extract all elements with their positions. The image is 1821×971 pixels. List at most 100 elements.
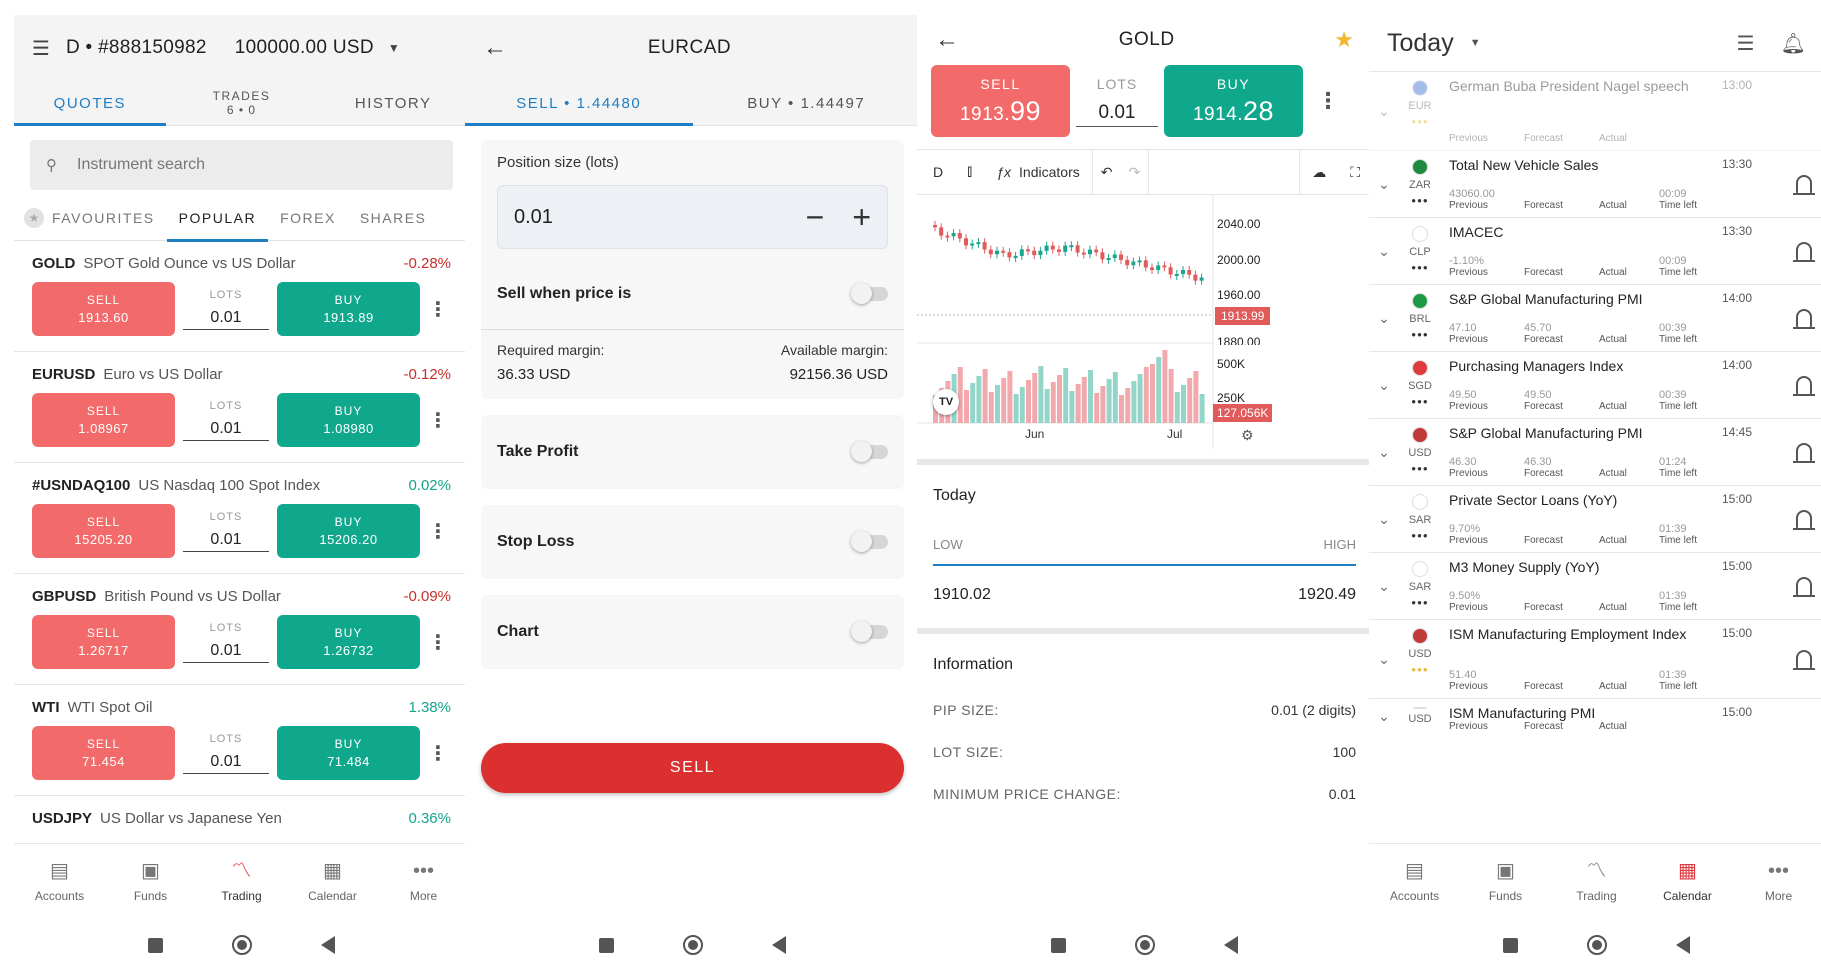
chart-toggle[interactable] [851,621,888,642]
settings-gear-icon[interactable]: ⚙ [1241,427,1254,444]
chevron-down-icon[interactable]: ⌄ [1369,425,1399,479]
fullscreen-icon[interactable]: ⛶ [1338,150,1372,194]
home-icon[interactable] [1134,935,1155,955]
nav-calendar[interactable]: ▦ Calendar [1642,844,1733,919]
price-chart[interactable]: 2040.00 2000.00 1960.00 1913.99 1880.00 … [917,195,1372,449]
alert-button[interactable] [1752,559,1815,613]
menu-icon[interactable]: ☰ [32,36,50,61]
buy-button[interactable]: BUY 1.08980 [277,393,420,447]
event-row[interactable]: ⌄ ZAR ●●● Total New Vehicle Sales 13:30 43060… [1369,151,1821,218]
event-row[interactable]: ⌄ BRL ●●● S&P Global Manufacturing PMI 14:00… [1369,285,1821,352]
sell-button[interactable]: SELL 15205.20 [32,504,175,558]
recents-icon[interactable] [599,937,615,953]
home-icon[interactable] [682,935,703,955]
bell-icon[interactable]: 🔔︎ [1781,31,1806,56]
back-triangle-icon[interactable] [771,936,786,954]
alert-button[interactable] [1752,425,1815,479]
instrument-row[interactable]: #USNDAQ100 US Nasdaq 100 Spot Index 0.02% … [14,463,469,574]
nav-trading[interactable]: 〽 Trading [1551,844,1642,919]
sell-button[interactable]: SELL 1.08967 [32,393,175,447]
chevron-down-icon[interactable]: ⌄ [1369,559,1399,613]
cat-forex[interactable]: FOREX [268,196,348,241]
lots-field[interactable]: LOTS 0.01 [183,622,269,663]
chevron-down-icon[interactable]: ⌄ [1369,291,1399,345]
alert-button[interactable] [1752,626,1815,692]
instrument-row[interactable]: GBPUSD British Pound vs US Dollar -0.09% S… [14,574,469,685]
alert-button[interactable] [1752,78,1812,144]
alert-button[interactable] [1752,492,1815,546]
buy-button[interactable]: BUY 15206.20 [277,504,420,558]
sell-button[interactable]: SELL 1913.60 [32,282,175,336]
event-row[interactable]: ⌄ USD ●●● S&P Global Manufacturing PMI 14:45… [1369,419,1821,486]
tab-buy[interactable]: BUY • 1.44497 [693,81,921,125]
account-number[interactable]: D • #888150982 [66,37,207,59]
nav-more[interactable]: ••• More [1733,844,1821,919]
instrument-row[interactable]: GOLD SPOT Gold Ounce vs US Dollar -0.28% S… [14,241,469,352]
more-options-icon[interactable]: ⋮ [428,519,448,544]
back-triangle-icon[interactable] [320,936,335,954]
alert-button[interactable] [1752,705,1812,727]
buy-button[interactable]: BUY 1914.28 [1164,65,1303,137]
recents-icon[interactable] [148,937,164,953]
chevron-down-icon[interactable]: ⌄ [1369,78,1399,144]
cat-shares[interactable]: SHARES [348,196,439,241]
lots-field[interactable]: LOTS 0.01 [183,289,269,330]
cat-popular[interactable]: POPULAR [166,196,269,242]
indicators-button[interactable]: ƒx Indicators [984,150,1093,194]
more-options-icon[interactable]: ⋮ [1317,88,1339,114]
event-row[interactable]: ⌄ CLP ●●● IMACEC 13:30 -1.10% 00:09 Previous For… [1369,218,1821,285]
nav-accounts[interactable]: ▤ Accounts [14,844,105,919]
home-icon[interactable] [1586,935,1607,955]
alert-button[interactable] [1752,224,1815,278]
chevron-down-icon[interactable]: ▼ [388,41,400,55]
sell-submit-button[interactable]: SELL [481,743,904,793]
redo-icon[interactable]: ↷ [1120,150,1150,194]
instrument-row[interactable]: WTI WTI Spot Oil 1.38% SELL 71.454 LOTS 0.01… [14,685,469,796]
alert-button[interactable] [1752,157,1815,211]
event-row[interactable]: ⌄ SGD ●●● Purchasing Managers Index 14:00 49.… [1369,352,1821,419]
stop-loss-toggle[interactable] [851,531,888,552]
position-size-value[interactable]: 0.01 [514,206,778,229]
quantity-stepper[interactable]: 0.01 − + [497,185,888,249]
star-icon[interactable]: ★ [1334,27,1354,53]
more-options-icon[interactable]: ⋮ [428,408,448,433]
alert-button[interactable] [1752,291,1815,345]
chevron-down-icon[interactable]: ⌄ [1369,224,1399,278]
candles-icon[interactable]: ⫾ [955,150,984,194]
home-icon[interactable] [231,935,252,955]
tab-quotes[interactable]: QUOTES [14,81,166,126]
chevron-down-icon[interactable]: ▼ [1470,37,1481,49]
nav-funds[interactable]: ▣ Funds [105,844,196,919]
nav-calendar[interactable]: ▦ Calendar [287,844,378,919]
chevron-down-icon[interactable]: ⌄ [1369,705,1399,727]
nav-more[interactable]: ••• More [378,844,469,919]
minus-icon[interactable]: − [806,199,825,236]
instrument-row[interactable]: EURUSD Euro vs US Dollar -0.12% SELL 1.0896… [14,352,469,463]
take-profit-toggle[interactable] [851,441,888,462]
alert-button[interactable] [1752,358,1815,412]
buy-button[interactable]: BUY 1.26732 [277,615,420,669]
chevron-down-icon[interactable]: ⌄ [1369,358,1399,412]
more-options-icon[interactable]: ⋮ [428,741,448,766]
tab-history[interactable]: HISTORY [317,81,469,125]
nav-funds[interactable]: ▣ Funds [1460,844,1551,919]
recents-icon[interactable] [1051,937,1067,953]
more-options-icon[interactable]: ⋮ [428,630,448,655]
more-options-icon[interactable]: ⋮ [428,297,448,322]
event-row[interactable]: ⌄ USD ●●● ISM Manufacturing PMI 15:00 Previou… [1369,699,1821,733]
tab-sell[interactable]: SELL • 1.44480 [465,81,693,126]
sell-button[interactable]: SELL 71.454 [32,726,175,780]
filter-sliders-icon[interactable]: ☰ [1737,31,1755,56]
back-arrow-icon[interactable]: ← [483,34,507,62]
event-row[interactable]: ⌄ EUR ●●● German Buba President Nagel speec… [1369,72,1821,151]
account-balance[interactable]: 100000.00 USD [235,37,374,59]
back-arrow-icon[interactable]: ← [935,26,959,54]
cloud-icon[interactable]: ☁ [1299,150,1338,194]
event-row[interactable]: ⌄ USD ●●● ISM Manufacturing Employment Inde… [1369,620,1821,699]
lots-field[interactable]: LOTS 0.01 [1076,76,1158,127]
recents-icon[interactable] [1503,937,1519,953]
search-input[interactable]: ⚲ Instrument search [30,140,453,190]
nav-accounts[interactable]: ▤ Accounts [1369,844,1460,919]
undo-icon[interactable]: ↶ [1093,150,1121,194]
lots-field[interactable]: LOTS 0.01 [183,400,269,441]
